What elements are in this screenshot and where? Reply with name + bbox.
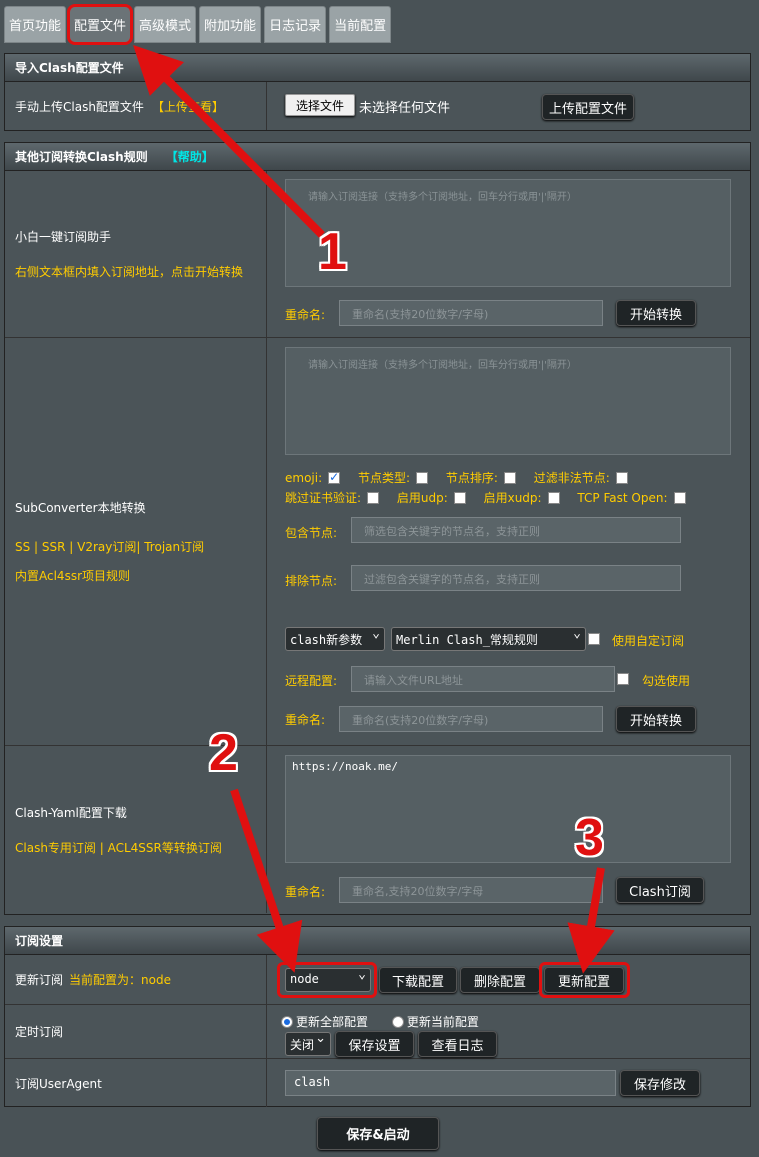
annotation-arrows	[133, 44, 615, 974]
annotation-number-3: 3	[575, 809, 604, 867]
arrow-2	[230, 788, 303, 973]
annotation-number-1: 1	[318, 223, 347, 281]
arrow-1	[133, 44, 325, 238]
arrow-3	[567, 867, 615, 974]
annotation-number-2: 2	[209, 724, 238, 782]
